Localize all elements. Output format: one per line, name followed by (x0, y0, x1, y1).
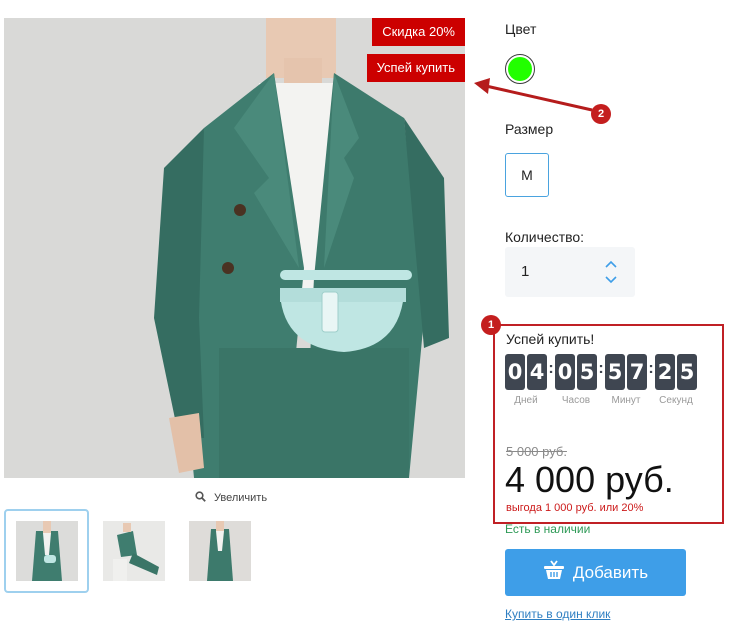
timer-caption: Часов (561, 395, 591, 406)
timer-separator: : (598, 360, 604, 377)
annotation-arrow (474, 78, 593, 112)
buy-one-click-link[interactable]: Купить в один клик (505, 607, 610, 621)
thumbnail-3[interactable] (177, 509, 262, 593)
timer-unit-minutes: 5 7 Минут (605, 354, 647, 406)
color-label: Цвет (505, 21, 537, 37)
thumbnail-2[interactable] (91, 509, 176, 593)
zoom-label: Увеличить (214, 492, 268, 504)
thumbnail-image (188, 521, 251, 581)
quantity-label: Количество: (505, 229, 585, 245)
thumbnail-image (102, 521, 165, 581)
timer-unit-seconds: 2 5 Секунд (655, 354, 697, 406)
product-main-image[interactable]: Скидка 20% Успей купить (4, 18, 465, 478)
basket-icon (543, 560, 565, 585)
thumbnail-1[interactable] (4, 509, 89, 593)
product-photo-illustration (4, 18, 465, 478)
countdown-title: Успей купить! (506, 331, 595, 347)
countdown-box: Успей купить! 0 4 Дней : 0 5 Часов : 5 7… (493, 324, 724, 524)
timer-caption: Минут (611, 395, 641, 406)
quantity-input[interactable] (521, 247, 581, 297)
current-price: 4 000 руб. (505, 459, 674, 500)
timer-caption: Секунд (659, 395, 693, 406)
timer-separator: : (548, 360, 554, 377)
add-button-label: Добавить (572, 562, 649, 582)
timer-digit: 4 (527, 354, 547, 390)
quantity-stepper (505, 247, 635, 297)
timer-digit: 0 (555, 354, 575, 390)
chevron-down-icon[interactable] (603, 273, 619, 287)
chevron-up-icon[interactable] (603, 257, 619, 271)
thumbnail-image (15, 521, 78, 581)
add-to-cart-button[interactable]: Добавить (505, 549, 686, 596)
stock-status: Есть в наличии (505, 522, 591, 536)
timer-digit: 0 (505, 354, 525, 390)
size-option-m[interactable]: M (505, 153, 549, 197)
timer-separator: : (648, 360, 654, 377)
zoom-link[interactable]: Увеличить (195, 490, 267, 506)
timer-digit: 2 (655, 354, 675, 390)
timer-digit: 5 (605, 354, 625, 390)
hurry-badge: Успей купить (366, 54, 465, 82)
timer-unit-days: 0 4 Дней (505, 354, 547, 406)
timer-caption: Дней (514, 395, 538, 406)
timer-digit: 5 (677, 354, 697, 390)
timer-unit-hours: 0 5 Часов (555, 354, 597, 406)
countdown-timer: 0 4 Дней : 0 5 Часов : 5 7 Минут : 2 5 С… (505, 354, 697, 406)
old-price: 5 000 руб. (506, 444, 567, 459)
annotation-marker-1: 1 (481, 315, 501, 335)
magnifier-icon (195, 491, 206, 505)
annotation-marker-2: 2 (591, 104, 611, 124)
timer-digit: 7 (627, 354, 647, 390)
size-label: Размер (505, 121, 554, 137)
timer-digit: 5 (577, 354, 597, 390)
saving-text: выгода 1 000 руб. или 20% (506, 502, 644, 514)
discount-badge: Скидка 20% (372, 18, 465, 46)
